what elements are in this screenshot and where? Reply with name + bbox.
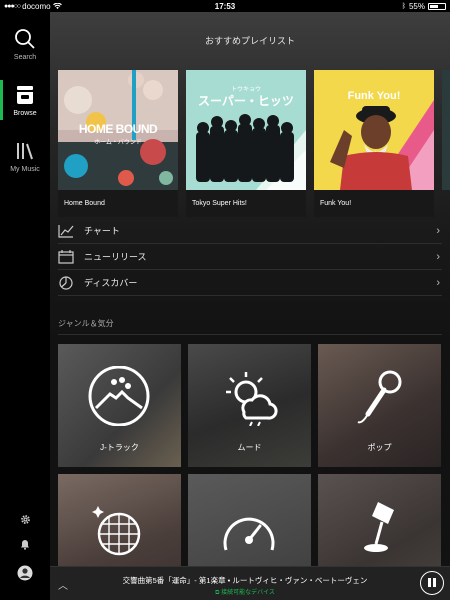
chevron-right-icon: › [436,250,440,263]
bell-icon [21,540,29,550]
genre-tile-chill[interactable] [318,474,441,566]
genre-tile-mood[interactable]: ムード [188,344,311,467]
genre-label: ムード [237,443,262,452]
chevron-up-icon[interactable]: ︿ [58,577,68,592]
bluetooth-icon: ᛒ [401,2,406,10]
search-icon [15,29,35,49]
cover-title: スーパー・ヒッツ [198,94,294,108]
playlist-cover [442,70,450,190]
microphone-icon [357,370,402,424]
playlist-label: Funk You! [314,190,434,217]
discover-icon [59,275,73,290]
menu-item-label: チャート [84,226,120,236]
profile-button[interactable] [0,565,50,586]
chevron-right-icon: › [436,276,440,289]
menu-item-label: ニューリリース [84,252,147,262]
clock: 17:53 [214,1,236,11]
speedometer-icon [223,517,275,551]
divider [58,334,442,335]
sidebar-item-search[interactable]: Search [0,28,50,61]
menu-item-charts[interactable]: チャート › [58,218,442,244]
genre-tile-j-tracks[interactable]: J-トラック [58,344,181,467]
battery-icon [428,2,446,10]
browse-view: おすすめプレイリスト HOME BOUND ホーム・バウンド Home Boun… [50,12,450,566]
pause-button[interactable] [420,571,444,595]
connect-devices[interactable]: ⧉ 接続可能なデバイス [80,587,410,597]
signal-icon: ●●●○○ [4,2,21,10]
wifi-icon [52,2,62,9]
menu-item-discover[interactable]: ディスカバー › [58,270,442,296]
playlist-card-home-bound[interactable]: HOME BOUND ホーム・バウンド Home Bound [58,70,178,217]
calendar-icon [58,249,74,264]
disco-ball-icon [92,506,141,556]
mount-fuji-icon [88,366,150,426]
playlist-cover: HOME BOUND ホーム・バウンド [58,70,178,190]
notifications-button[interactable] [0,537,50,555]
genre-tile-pop[interactable]: ポップ [318,344,441,467]
playlist-card-tokyo-super-hits[interactable]: トウキョウ スーパー・ヒッツ Tokyo Super Hits! [186,70,306,217]
playlist-card-next[interactable] [442,70,450,190]
featured-playlists: HOME BOUND ホーム・バウンド Home Bound トウキョウ スーパ… [58,70,450,222]
sidebar-item-label: My Music [10,166,40,173]
sun-cloud-icon [226,372,278,426]
chevron-right-icon: › [436,224,440,237]
cover-title: Funk You! [347,90,401,102]
sidebar-item-label: Search [13,54,37,61]
sidebar-item-label: Browse [13,110,37,117]
genre-tile-disco[interactable] [58,474,181,566]
genre-tile-workout[interactable] [188,474,311,566]
browse-icon [17,86,33,104]
status-bar: ●●●○○ docomo 17:53 ᛒ 55% [0,0,450,12]
cover-subtitle: ホーム・バウンド [94,140,142,146]
genre-label: J-トラック [100,443,139,452]
playlist-cover: トウキョウ スーパー・ヒッツ [186,70,306,190]
battery-percent: 55% [408,1,425,11]
now-playing-bar[interactable]: ︿ 交響曲第5番「運命」- 第1楽章 • ルートヴィヒ・ヴァン・ベートーヴェン … [50,566,450,600]
playlist-label: Tokyo Super Hits! [186,190,306,217]
genre-label: ポップ [367,443,392,452]
playlist-cover: Funk You! [314,70,434,190]
playlist-card-funk-you[interactable]: Funk You! Funk You! [314,70,434,217]
genres-title: ジャンル＆気分 [58,319,114,328]
avatar-icon [17,565,33,581]
connect-devices-label: 接続可能なデバイス [221,590,275,596]
playlist-label: Home Bound [58,190,178,217]
library-icon [17,143,33,160]
sidebar: Search Browse My Music [0,12,50,600]
featured-title: おすすめプレイリスト [204,36,295,46]
menu-item-new-releases[interactable]: ニューリリース › [58,244,442,270]
sidebar-item-browse[interactable]: Browse [0,80,50,120]
settings-button[interactable] [0,512,50,530]
chart-icon [58,224,74,238]
menu-item-label: ディスカバー [84,278,138,288]
browse-menu: チャート › ニューリリース › ディスカバー › [58,218,442,296]
carrier-name: docomo [22,1,51,11]
lamp-icon [364,502,394,552]
cover-title: HOME BOUND [78,122,158,136]
gear-icon [20,515,30,524]
funk-you-artwork [314,70,434,190]
track-title: 交響曲第5番「運命」- 第1楽章 • ルートヴィヒ・ヴァン・ベートーヴェン [122,576,368,585]
sidebar-item-my-music[interactable]: My Music [0,140,50,173]
